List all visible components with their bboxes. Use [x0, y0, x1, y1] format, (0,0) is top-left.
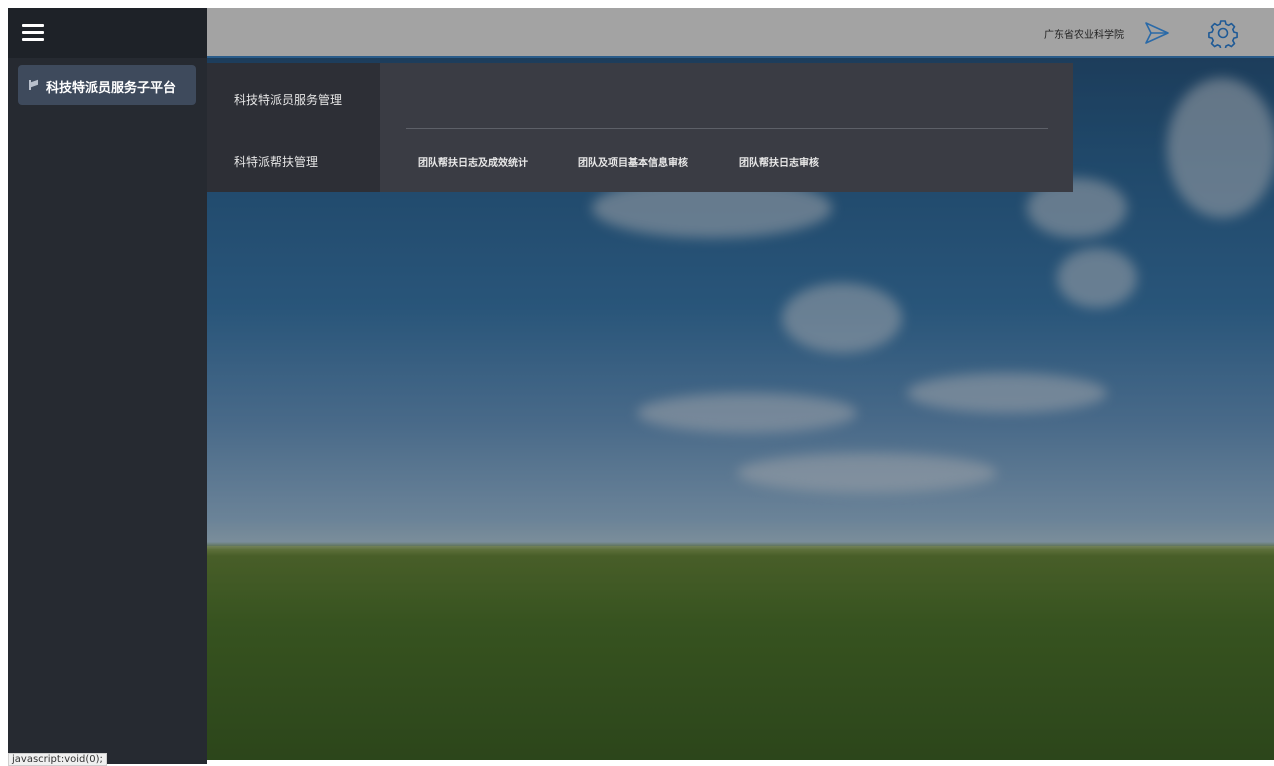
sidebar-header [8, 8, 207, 58]
sidebar-item-platform[interactable]: 科技特派员服务子平台 [18, 65, 196, 105]
dropdown-menu: 科技特派员服务管理 科特派帮扶管理 团队帮扶日志及成效统计 团队及项目基本信息审… [207, 63, 1073, 192]
menu-item-team-log-statistics[interactable]: 团队帮扶日志及成效统计 [418, 154, 528, 169]
gear-icon[interactable] [1208, 18, 1238, 48]
menu-divider [406, 128, 1048, 129]
status-bar-url: javascript:void(0); [8, 753, 107, 766]
hamburger-menu-icon[interactable] [22, 24, 44, 42]
dropdown-category-column: 科技特派员服务管理 科特派帮扶管理 [207, 63, 380, 192]
menu-item-team-project-review[interactable]: 团队及项目基本信息审核 [578, 154, 688, 169]
organization-name: 广东省农业科学院 [1044, 30, 1124, 41]
menu-item-team-log-review[interactable]: 团队帮扶日志审核 [739, 154, 819, 169]
menu-category-assistance-management[interactable]: 科特派帮扶管理 [234, 153, 318, 170]
sidebar-item-label: 科技特派员服务子平台 [46, 81, 177, 96]
menu-category-service-management[interactable]: 科技特派员服务管理 [234, 91, 342, 108]
flag-icon [28, 79, 40, 91]
sidebar: 科技特派员服务子平台 [8, 8, 207, 764]
send-icon[interactable] [1144, 21, 1170, 45]
top-header: 广东省农业科学院 [207, 8, 1274, 58]
